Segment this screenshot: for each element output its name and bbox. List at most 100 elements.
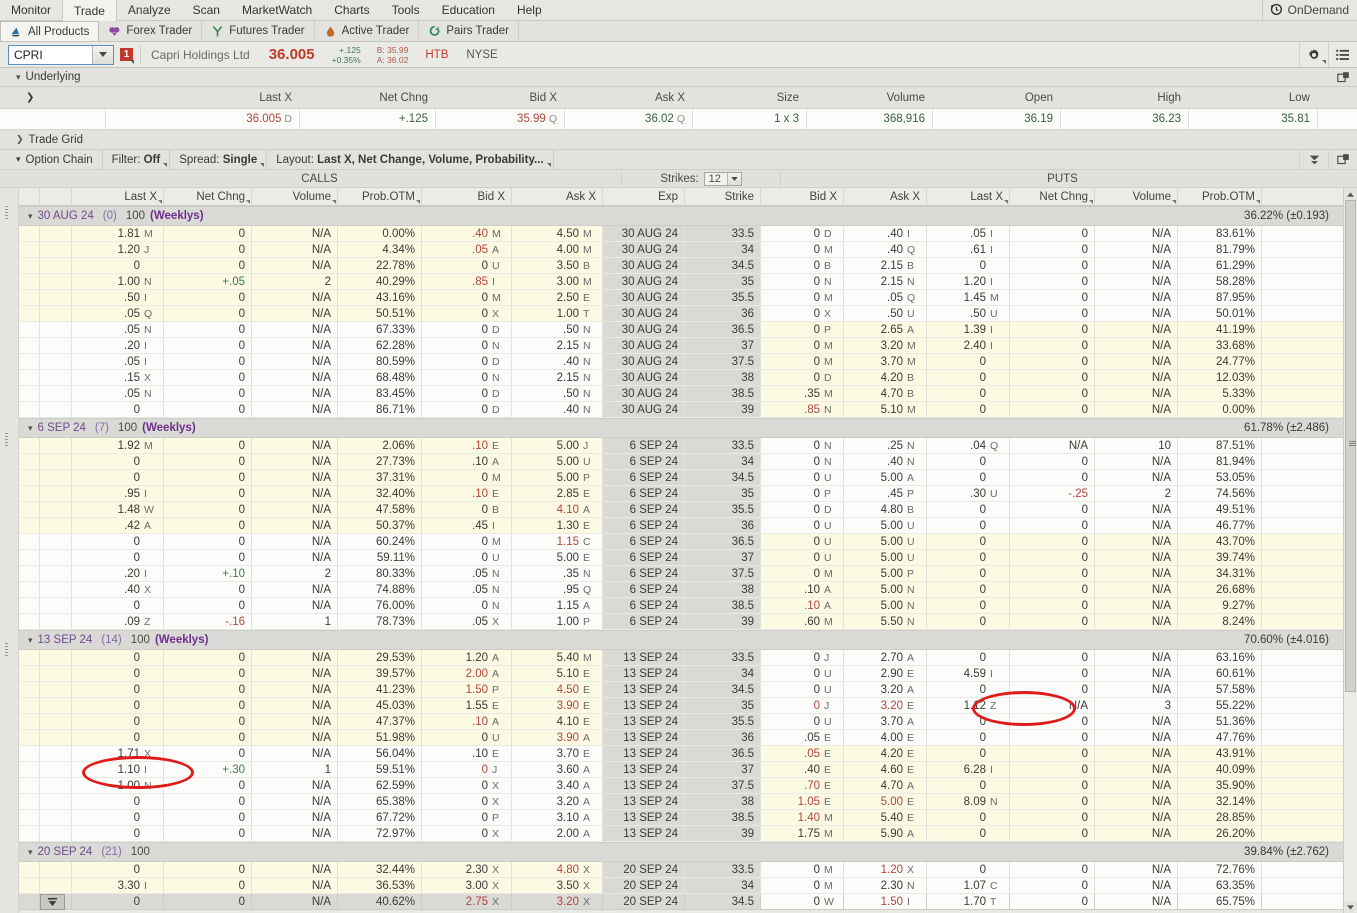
put-bid-x-cell[interactable]: 0U [761,682,844,698]
call-net-chng-cell[interactable]: 0 [164,470,252,486]
exp-cell[interactable]: 20 SEP 24 [603,894,685,910]
calls-header-volume[interactable]: Volume [252,188,338,205]
call-volume-cell[interactable]: N/A [252,550,338,566]
call-prob-otm-cell[interactable]: 50.51% [338,306,422,322]
call-bid-x-cell[interactable]: 0U [422,730,512,746]
put-net-chng-cell[interactable]: 0 [1010,502,1095,518]
call-prob-otm-cell[interactable]: 68.48% [338,370,422,386]
call-net-chng-cell[interactable]: 0 [164,878,252,894]
put-volume-cell[interactable]: N/A [1095,894,1178,910]
call-volume-cell[interactable]: N/A [252,338,338,354]
scroll-to-top-icon[interactable] [40,893,65,910]
put-bid-x-cell[interactable]: 0U [761,518,844,534]
call-prob-otm-cell[interactable]: 37.31% [338,470,422,486]
call-prob-otm-cell[interactable]: 40.62% [338,894,422,910]
put-ask-x-cell[interactable]: 5.10 M [844,402,927,418]
put-ask-x-cell[interactable]: 5.00 E [844,794,927,810]
call-action-cell[interactable] [40,242,72,258]
call-ask-x-cell[interactable]: 4.10 E [512,714,603,730]
exp-cell[interactable]: 20 SEP 24 [603,862,685,878]
call-action-cell[interactable] [40,582,72,598]
puts-header-last-x[interactable]: Last X [927,188,1010,205]
exp-cell[interactable]: 6 SEP 24 [603,614,685,630]
put-net-chng-cell[interactable]: 0 [1010,306,1095,322]
call-bid-x-cell[interactable]: .05 A [422,242,512,258]
exp-cell[interactable]: 6 SEP 24 [603,566,685,582]
put-ask-x-cell[interactable]: .40 I [844,226,927,242]
call-mark-cell[interactable] [18,370,40,386]
put-prob-otm-cell[interactable]: 47.76% [1178,730,1262,746]
menu-item-help[interactable]: Help [506,0,553,20]
strike-cell[interactable]: 35.5 [685,502,761,518]
call-bid-x-cell[interactable]: 0D [422,402,512,418]
call-volume-cell[interactable]: N/A [252,454,338,470]
call-volume-cell[interactable]: N/A [252,386,338,402]
call-net-chng-cell[interactable]: 0 [164,258,252,274]
call-mark-cell[interactable] [18,714,40,730]
put-bid-x-cell[interactable]: 0M [761,290,844,306]
call-volume-cell[interactable]: N/A [252,794,338,810]
put-bid-x-cell[interactable]: .70 E [761,778,844,794]
call-ask-x-cell[interactable]: 1.15 C [512,534,603,550]
exp-cell[interactable]: 6 SEP 24 [603,502,685,518]
put-bid-x-cell[interactable]: 0P [761,322,844,338]
put-ask-x-cell[interactable]: 2.30 N [844,878,927,894]
table-row[interactable]: 1.48 W 0 N/A 47.58% 0 B 4.10 A 6 SEP 24 35.5 0 D 4.80… [0,502,1357,518]
put-net-chng-cell[interactable]: 0 [1010,370,1095,386]
call-bid-x-cell[interactable]: 0D [422,386,512,402]
put-volume-cell[interactable]: 10 [1095,438,1178,454]
table-row[interactable]: .15 X 0 N/A 68.48% 0 N 2.15 N 30 AUG 24 38 0 D 4.20 B 0… [0,370,1357,386]
call-volume-cell[interactable]: N/A [252,226,338,242]
put-bid-x-cell[interactable]: 0N [761,438,844,454]
call-net-chng-cell[interactable]: 0 [164,438,252,454]
call-bid-x-cell[interactable]: 1.20 A [422,650,512,666]
put-volume-cell[interactable]: N/A [1095,682,1178,698]
strikes-select[interactable]: 12 [703,171,742,186]
call-prob-otm-cell[interactable]: 0.00% [338,226,422,242]
put-prob-otm-cell[interactable]: 46.77% [1178,518,1262,534]
put-bid-x-cell[interactable]: 0M [761,878,844,894]
put-ask-x-cell[interactable]: 4.00 E [844,730,927,746]
exp-cell[interactable]: 30 AUG 24 [603,274,685,290]
table-row[interactable]: .20 I 0 N/A 62.28% 0 N 2.15 N 30 AUG 24 37 0 M 3.20 M 2… [0,338,1357,354]
menu-item-tools[interactable]: Tools [381,0,431,20]
put-last-x-cell[interactable]: 0 [927,354,1010,370]
call-action-cell[interactable] [40,893,72,910]
put-net-chng-cell[interactable]: 0 [1010,746,1095,762]
call-ask-x-cell[interactable]: 2.15 N [512,370,603,386]
call-net-chng-cell[interactable]: 0 [164,794,252,810]
call-net-chng-cell[interactable]: 0 [164,894,252,910]
call-ask-x-cell[interactable]: .35 N [512,566,603,582]
symbol-input[interactable] [9,45,92,64]
call-bid-x-cell[interactable]: .10 E [422,486,512,502]
call-action-cell[interactable] [40,274,72,290]
table-row[interactable]: 0 0 N/A 40.62% 2.75 X 3.20 X 20 SEP 24 34.5 0 W 1.50… [0,893,1357,910]
call-net-chng-cell[interactable]: -.16 [164,614,252,630]
header-high[interactable]: High [1061,87,1189,108]
put-last-x-cell[interactable]: 0 [927,454,1010,470]
put-bid-x-cell[interactable]: 0U [761,714,844,730]
put-volume-cell[interactable]: N/A [1095,862,1178,878]
call-bid-x-cell[interactable]: 0U [422,258,512,274]
put-ask-x-cell[interactable]: 4.70 A [844,778,927,794]
call-prob-otm-cell[interactable]: 72.97% [338,826,422,842]
put-volume-cell[interactable]: N/A [1095,810,1178,826]
put-last-x-cell[interactable]: 1.20 I [927,274,1010,290]
put-ask-x-cell[interactable]: 5.00 U [844,518,927,534]
call-net-chng-cell[interactable]: 0 [164,862,252,878]
call-net-chng-cell[interactable]: 0 [164,730,252,746]
menu-item-marketwatch[interactable]: MarketWatch [231,0,323,20]
call-mark-cell[interactable] [18,666,40,682]
call-ask-x-cell[interactable]: 3.50 B [512,258,603,274]
calls-header-bid-x[interactable]: Bid X [422,188,512,205]
call-net-chng-cell[interactable]: 0 [164,454,252,470]
put-prob-otm-cell[interactable]: 24.77% [1178,354,1262,370]
put-ask-x-cell[interactable]: 5.40 E [844,810,927,826]
call-bid-x-cell[interactable]: 0X [422,306,512,322]
gear-icon[interactable] [1299,42,1328,67]
call-net-chng-cell[interactable]: 0 [164,682,252,698]
put-net-chng-cell[interactable]: 0 [1010,338,1095,354]
call-mark-cell[interactable] [18,746,40,762]
put-last-x-cell[interactable]: 0 [927,862,1010,878]
call-mark-cell[interactable] [18,502,40,518]
